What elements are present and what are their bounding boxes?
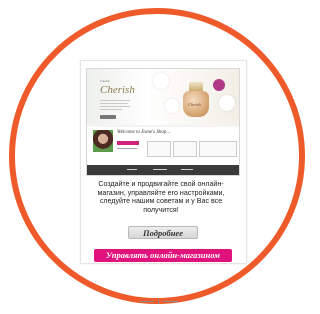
shop-welcome-bar: Welcome to Esme's Shop... [87,127,239,165]
welcome-text: Welcome to Esme's Shop... [117,130,171,135]
nav-item [181,169,193,170]
more-details-button[interactable]: Подробнее [128,226,198,239]
flower-decoration [219,95,235,111]
nav-item [127,169,137,170]
bottle-label: Cherish [188,102,201,107]
banner-text-line [100,103,128,104]
promo-badge [213,79,225,91]
text-line [117,148,137,149]
info-box [199,141,237,157]
banner-text-line [100,100,130,101]
flower-decoration [153,73,169,89]
nav-item [153,169,167,170]
banner-text-line [100,109,122,110]
footer-link[interactable] [162,301,178,302]
banner-button [100,115,116,119]
rating-badge [117,141,139,145]
shop-preview-image[interactable]: Cherish Cherish Cherish Welcome to Esme'… [86,68,240,176]
banner-text-line [100,106,130,107]
device-icons-box [173,141,197,157]
footer-link[interactable] [140,301,154,302]
preview-nav-bar [87,165,239,175]
banner-tag: Cherish [100,79,110,83]
info-box [147,141,171,157]
manage-shop-button[interactable]: Управлять онлайн-магазином [94,249,232,262]
preview-banner: Cherish Cherish Cherish [87,69,239,125]
footer-links [140,298,180,306]
footer-separator [158,299,159,304]
flower-decoration [165,99,179,113]
banner-brand: Cherish [100,84,135,96]
promo-description: Создайте и продвигайте свой онлайн-магаз… [97,180,225,214]
avatar [93,130,113,152]
